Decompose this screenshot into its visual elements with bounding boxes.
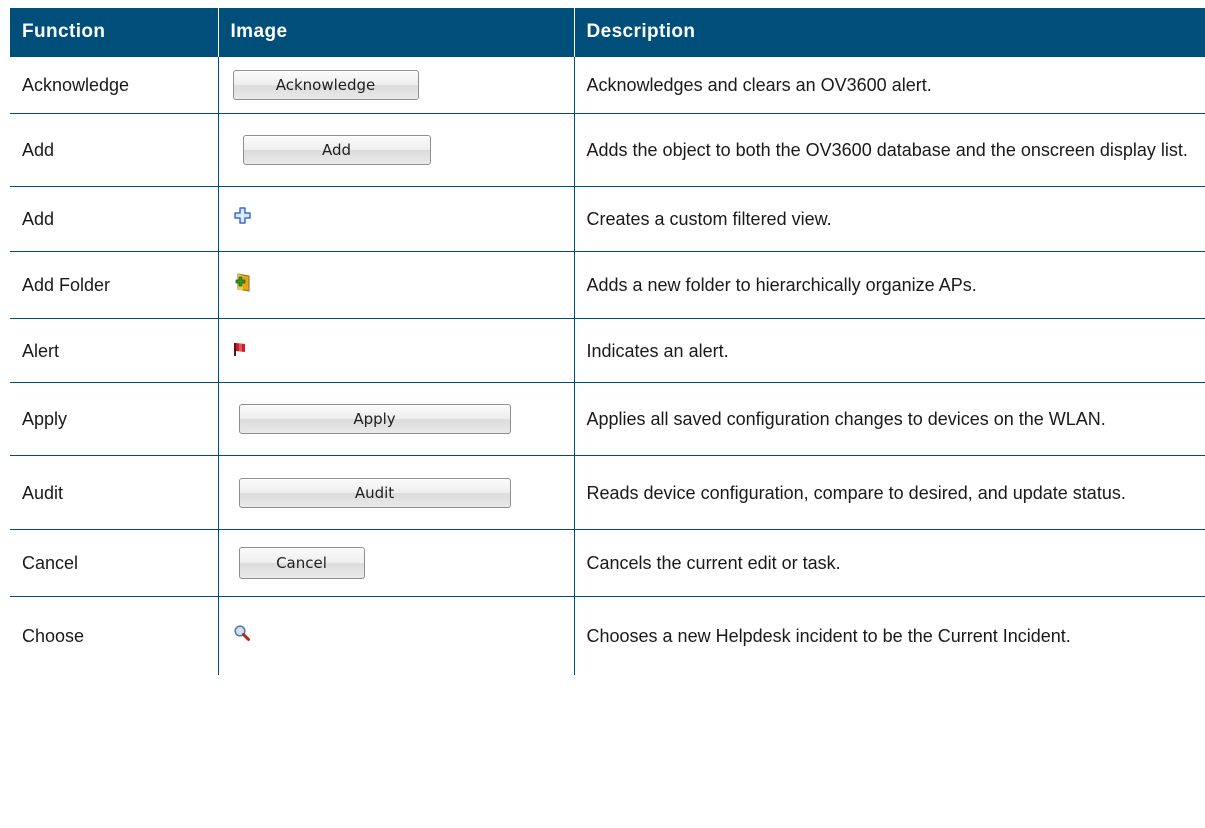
audit-button[interactable]: Audit (238, 477, 511, 508)
plus-icon[interactable] (233, 206, 253, 234)
function-cell: Add (10, 113, 219, 187)
function-cell: Add Folder (10, 251, 219, 319)
function-cell: Apply (10, 382, 219, 456)
image-cell: Add (217, 113, 575, 187)
function-cell: Acknowledge (10, 56, 219, 114)
description-cell: Adds the object to both the OV3600 datab… (573, 113, 1205, 187)
table-row: Add Creates a custom filtered view. (10, 186, 1205, 252)
function-cell: Alert (10, 318, 219, 383)
image-cell (217, 186, 575, 252)
add-button[interactable]: Add (242, 135, 431, 165)
image-cell: Apply (217, 382, 575, 456)
image-cell: Cancel (217, 529, 575, 597)
acknowledge-button[interactable]: Acknowledge (232, 70, 419, 100)
function-cell: Cancel (10, 529, 219, 597)
function-cell: Choose (10, 596, 219, 675)
table-row: Add Add Adds the object to both the OV36… (10, 113, 1205, 187)
description-cell: Acknowledges and clears an OV3600 alert. (573, 56, 1205, 114)
image-cell: Acknowledge (217, 56, 575, 114)
add-folder-icon[interactable] (233, 272, 253, 300)
table-row: Acknowledge Acknowledge Acknowledges and… (10, 56, 1205, 114)
description-cell: Creates a custom filtered view. (573, 186, 1205, 252)
description-cell: Applies all saved configuration changes … (573, 382, 1205, 456)
image-cell: Audit (217, 455, 575, 530)
ui-reference-table-container: Function Image Description Acknowledge A… (10, 8, 1205, 675)
description-cell: Cancels the current edit or task. (573, 529, 1205, 597)
description-cell: Reads device configuration, compare to d… (573, 455, 1205, 530)
function-cell: Audit (10, 455, 219, 530)
description-cell: Indicates an alert. (573, 318, 1205, 383)
cancel-button[interactable]: Cancel (238, 547, 365, 579)
description-cell: Chooses a new Helpdesk incident to be th… (573, 596, 1205, 675)
image-cell (217, 318, 575, 383)
table-row: Cancel Cancel Cancels the current edit o… (10, 529, 1205, 597)
magnifier-icon[interactable] (233, 622, 251, 650)
description-cell: Adds a new folder to hierarchically orga… (573, 251, 1205, 319)
header-description: Description (573, 8, 1205, 57)
image-cell (217, 251, 575, 319)
header-image: Image (217, 8, 574, 57)
table-row: Apply Apply Applies all saved configurat… (10, 382, 1205, 456)
red-flag-icon (233, 337, 247, 365)
table-row: Add Folder Adds a new folder to hierarch… (10, 251, 1205, 319)
table-row: Audit Audit Reads device configuration, … (10, 455, 1205, 530)
function-cell: Add (10, 186, 219, 252)
image-cell (217, 596, 575, 675)
ui-reference-table: Function Image Description Acknowledge A… (10, 8, 1205, 675)
header-function: Function (10, 8, 218, 57)
table-row: Alert Indicates an alert. (10, 318, 1205, 383)
header-row: Function Image Description (10, 8, 1205, 57)
table-row: Choose Chooses a new Helpdesk incident t… (10, 596, 1205, 675)
apply-button[interactable]: Apply (238, 404, 511, 434)
